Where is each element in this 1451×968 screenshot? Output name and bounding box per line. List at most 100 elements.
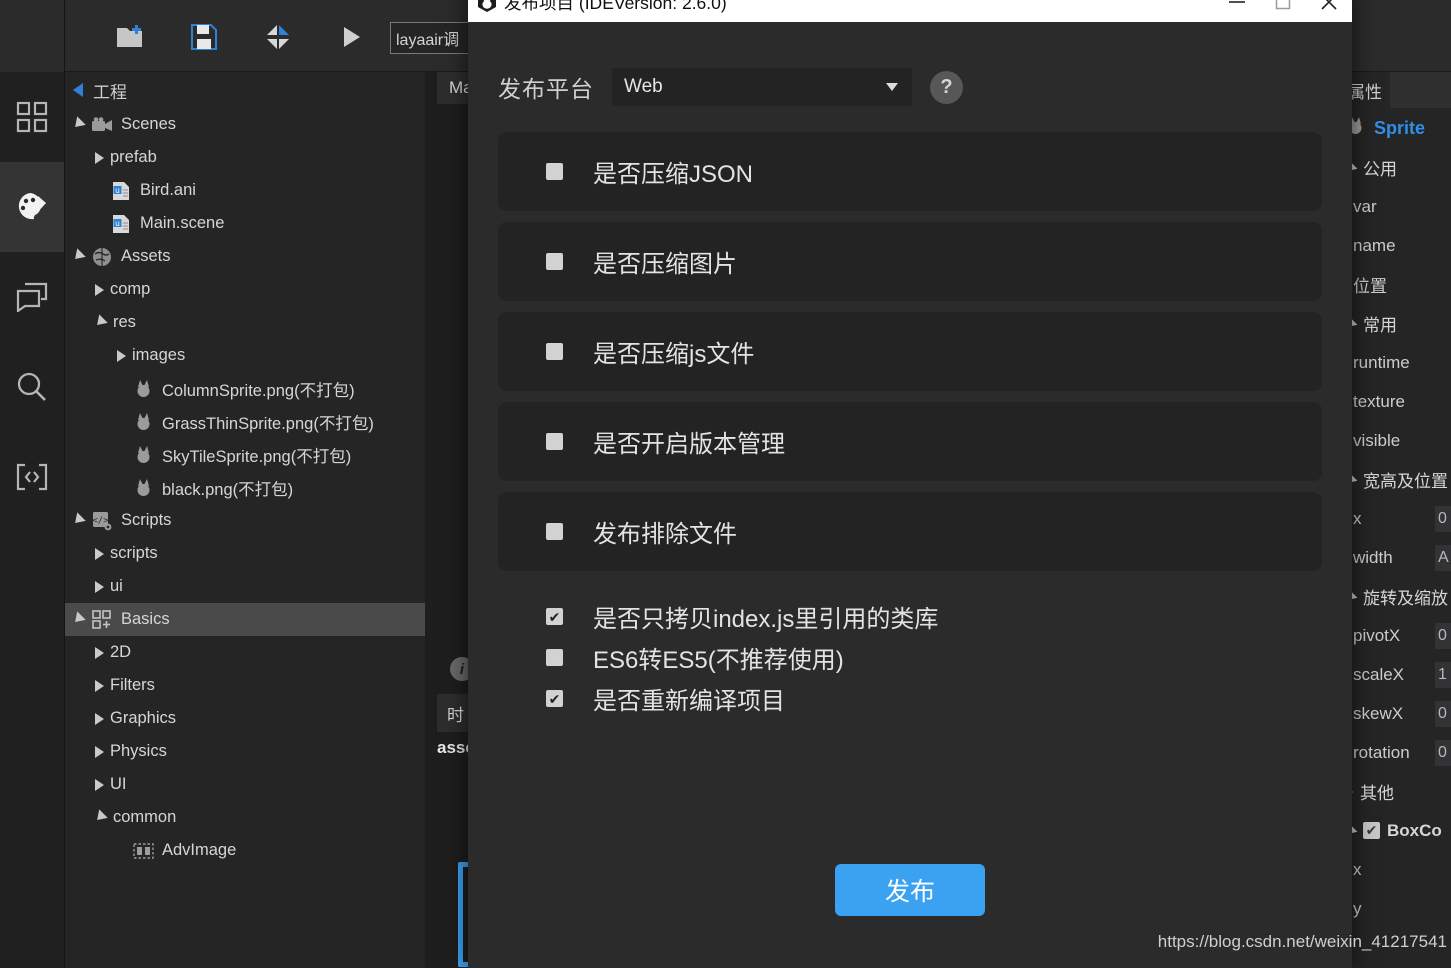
tree-node-common[interactable]: common <box>65 801 425 834</box>
caret-down-icon[interactable] <box>71 248 86 263</box>
copy-only-referenced-libs-checkbox-row[interactable]: ✔ 是否只拷贝index.js里引用的类库 <box>546 596 1322 637</box>
tree-node-assets[interactable]: Assets <box>65 240 425 273</box>
collapse-panel-icon[interactable] <box>73 83 83 97</box>
tree-node-grassthinsprite-png-[interactable]: GrassThinSprite.png(不打包) <box>65 405 425 438</box>
maximize-button[interactable] <box>1260 0 1306 22</box>
tree-node-comp[interactable]: comp <box>65 273 425 306</box>
tree-node-scripts[interactable]: </>Scripts <box>65 504 425 537</box>
property-label: x <box>1353 509 1362 529</box>
compress-js-checkbox-row[interactable]: 是否压缩js文件 <box>498 312 1322 391</box>
caret-down-icon[interactable] <box>71 512 86 527</box>
project-tree-header[interactable]: 工程 <box>65 72 425 108</box>
tree-node-filters[interactable]: Filters <box>65 669 425 702</box>
close-button[interactable] <box>1306 0 1352 22</box>
tree-node-2d[interactable]: 2D <box>65 636 425 669</box>
compress-js-checkbox[interactable] <box>546 343 563 360</box>
minimize-button[interactable] <box>1214 0 1260 22</box>
caret-down-icon[interactable] <box>71 611 86 626</box>
caret-down-icon[interactable] <box>93 314 108 329</box>
tree-node-main-scene[interactable]: uMain.scene <box>65 207 425 240</box>
compress-image-checkbox-row[interactable]: 是否压缩图片 <box>498 222 1322 301</box>
tree-node-black-png-[interactable]: black.png(不打包) <box>65 471 425 504</box>
property-value-input[interactable]: 0 <box>1435 701 1451 727</box>
run-target-field[interactable]: layaair调 <box>390 22 472 54</box>
help-button[interactable]: ? <box>930 71 963 104</box>
project-tree-list: ScenesprefabuBird.aniuMain.sceneAssetsco… <box>65 108 425 867</box>
save-button[interactable] <box>183 18 225 56</box>
property-value-input[interactable]: 0 <box>1435 623 1451 649</box>
property-group-boxco[interactable]: ✔BoxCo <box>1340 811 1451 850</box>
es6-to-es5-checkbox-row[interactable]: ES6转ES5(不推荐使用) <box>546 637 1322 678</box>
caret-right-icon[interactable] <box>95 152 104 164</box>
caret-right-icon[interactable] <box>95 713 104 725</box>
tree-node-label: black.png(不打包) <box>162 476 293 500</box>
rebuild-project-checkbox[interactable]: ✔ <box>546 690 563 707</box>
tree-node-physics[interactable]: Physics <box>65 735 425 768</box>
exclude-files-checkbox-row[interactable]: 发布排除文件 <box>498 492 1322 571</box>
layout-button[interactable] <box>257 18 299 56</box>
tree-node-prefab[interactable]: prefab <box>65 141 425 174</box>
copy-only-referenced-libs-checkbox[interactable]: ✔ <box>546 608 563 625</box>
version-manage-checkbox-row[interactable]: 是否开启版本管理 <box>498 402 1322 481</box>
caret-right-icon[interactable] <box>95 779 104 791</box>
property-value-input[interactable]: 1 <box>1435 662 1451 688</box>
compress-json-checkbox-row[interactable]: 是否压缩JSON <box>498 132 1322 211</box>
tree-node-graphics[interactable]: Graphics <box>65 702 425 735</box>
caret-right-icon[interactable] <box>117 350 126 362</box>
property-sub--: 位置 <box>1340 265 1451 304</box>
sidebar-item-projects[interactable] <box>0 72 64 162</box>
property-group--[interactable]: 其他 <box>1340 772 1451 811</box>
exclude-files-checkbox[interactable] <box>546 523 563 540</box>
blocks-icon <box>91 610 113 630</box>
caret-right-icon[interactable] <box>95 680 104 692</box>
tree-node-columnsprite-png-[interactable]: ColumnSprite.png(不打包) <box>65 372 425 405</box>
property-group--[interactable]: 公用 <box>1340 148 1451 187</box>
property-group--[interactable]: 宽高及位置 <box>1340 460 1451 499</box>
sidebar-item-search[interactable] <box>0 342 64 432</box>
dialog-titlebar[interactable]: 发布项目 (IDEVersion: 2.6.0) <box>468 0 1352 22</box>
tree-node-label: common <box>113 808 176 827</box>
caret-right-icon[interactable] <box>95 647 104 659</box>
compress-json-checkbox[interactable] <box>546 163 563 180</box>
tree-node-label: GrassThinSprite.png(不打包) <box>162 410 374 434</box>
caret-right-icon[interactable] <box>95 746 104 758</box>
run-button[interactable] <box>330 18 372 56</box>
property-value-input[interactable]: A <box>1435 545 1451 571</box>
caret-right-icon[interactable] <box>95 581 104 593</box>
compress-image-checkbox[interactable] <box>546 253 563 270</box>
caret-right-icon[interactable] <box>95 284 104 296</box>
property-value-input[interactable]: 0 <box>1435 506 1451 532</box>
property-value-input[interactable]: 0 <box>1435 740 1451 766</box>
publish-button[interactable]: 发布 <box>835 864 985 916</box>
rebuild-project-checkbox-row[interactable]: ✔是否重新编译项目 <box>546 678 1322 719</box>
tree-node-ui[interactable]: ui <box>65 570 425 603</box>
sidebar-item-chat[interactable] <box>0 252 64 342</box>
component-enable-checkbox[interactable]: ✔ <box>1363 822 1380 839</box>
property-row-var: var <box>1340 187 1451 226</box>
option-label: 是否只拷贝index.js里引用的类库 <box>593 599 938 634</box>
property-group--[interactable]: 旋转及缩放 <box>1340 577 1451 616</box>
platform-select[interactable]: Web <box>612 68 912 106</box>
es6-to-es5-checkbox[interactable] <box>546 649 563 666</box>
tree-node-advimage[interactable]: AdvImage <box>65 834 425 867</box>
tree-node-res[interactable]: res <box>65 306 425 339</box>
caret-down-icon[interactable] <box>71 116 86 131</box>
tree-node-bird-ani[interactable]: uBird.ani <box>65 174 425 207</box>
tree-node-ui[interactable]: UI <box>65 768 425 801</box>
tree-node-skytilesprite-png-[interactable]: SkyTileSprite.png(不打包) <box>65 438 425 471</box>
new-project-button[interactable] <box>110 18 152 56</box>
sidebar-item-code[interactable] <box>0 432 64 522</box>
property-label: rotation <box>1353 743 1410 763</box>
caret-down-icon[interactable] <box>93 809 108 824</box>
tab-placeholder[interactable] <box>1390 72 1451 108</box>
tree-node-label: Main.scene <box>140 214 224 233</box>
tree-node-scripts[interactable]: scripts <box>65 537 425 570</box>
caret-right-icon[interactable] <box>95 548 104 560</box>
search-icon <box>16 371 48 403</box>
tree-node-scenes[interactable]: Scenes <box>65 108 425 141</box>
property-group--[interactable]: 常用 <box>1340 304 1451 343</box>
tree-node-images[interactable]: images <box>65 339 425 372</box>
tree-node-basics[interactable]: Basics <box>65 603 425 636</box>
version-manage-checkbox[interactable] <box>546 433 563 450</box>
sidebar-item-editor[interactable] <box>0 162 64 252</box>
